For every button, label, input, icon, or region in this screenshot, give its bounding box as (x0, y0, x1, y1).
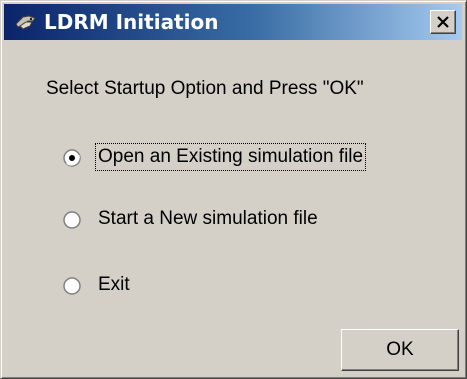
radio-button[interactable] (63, 277, 81, 295)
option-label: Exit (98, 274, 130, 295)
option-label: Open an Existing simulation file (94, 143, 367, 171)
title-bar[interactable]: LDRM Initiation (4, 4, 462, 40)
radio-button-selected[interactable] (63, 149, 81, 167)
window-title: LDRM Initiation (44, 10, 219, 34)
radio-button[interactable] (63, 211, 81, 229)
option-exit[interactable]: Exit (59, 271, 399, 301)
app-logo-icon (14, 12, 38, 32)
dialog-window: LDRM Initiation Select Startup Option an… (0, 0, 467, 379)
option-label: Start a New simulation file (98, 208, 318, 229)
startup-prompt: Select Startup Option and Press "OK" (46, 78, 364, 99)
option-start-new[interactable]: Start a New simulation file (59, 205, 399, 235)
ok-button[interactable]: OK (341, 329, 459, 371)
close-button[interactable] (430, 10, 456, 34)
option-open-existing[interactable]: Open an Existing simulation file (59, 143, 399, 173)
